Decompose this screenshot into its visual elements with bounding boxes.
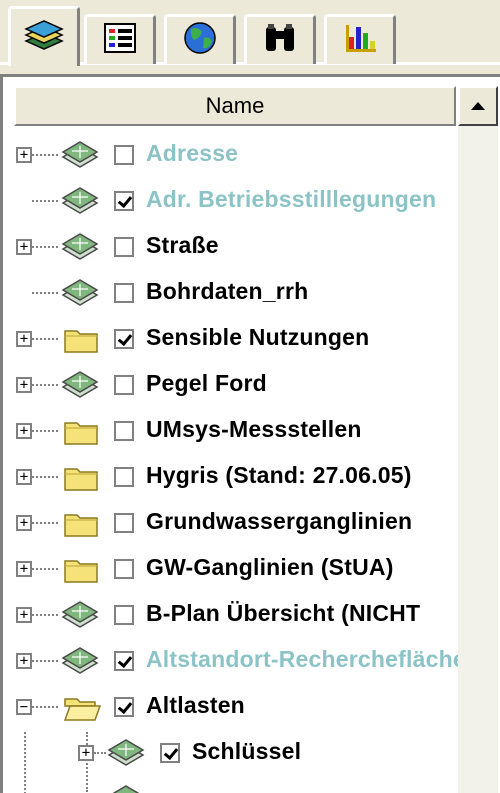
layer-label: Altstandort-Recherchefläche: [146, 646, 458, 672]
arrow-up-icon: [470, 101, 486, 111]
visibility-checkbox[interactable]: [114, 375, 134, 395]
folder-icon: [64, 422, 98, 445]
expand-button[interactable]: +: [16, 515, 32, 531]
scroll-up-button[interactable]: [458, 86, 498, 126]
layer-label: Pegel Ford: [146, 370, 267, 396]
tab-legend[interactable]: [84, 14, 156, 64]
visibility-checkbox[interactable]: [114, 651, 134, 671]
layer-icon: [61, 371, 99, 398]
layer-icon: [107, 739, 145, 766]
folder-icon: [64, 514, 98, 537]
layer-label: Adresse: [146, 140, 239, 166]
tab-bar: [0, 0, 500, 66]
tab-globe[interactable]: [164, 14, 236, 64]
vertical-scrollbar[interactable]: [458, 86, 498, 793]
layer-icon: [61, 187, 99, 214]
visibility-checkbox[interactable]: [160, 743, 180, 763]
tree-row-grundwasserganglinien[interactable]: + Grundwasserganglinien: [14, 500, 458, 546]
visibility-checkbox[interactable]: [114, 513, 134, 533]
tree-row-strasse[interactable]: + Straße: [14, 224, 458, 270]
tree-row-adr-betriebsstilllegungen[interactable]: Adr. Betriebsstilllegungen: [14, 178, 458, 224]
visibility-checkbox[interactable]: [114, 421, 134, 441]
tree-row-hygris[interactable]: + Hygris (Stand: 27.06.05): [14, 454, 458, 500]
tab-search[interactable]: [244, 14, 316, 64]
layer-label: GW-Ganglinien (StUA): [146, 554, 394, 580]
tree-row-pegel-ford[interactable]: + Pegel Ford: [14, 362, 458, 408]
layer-icon: [112, 785, 140, 793]
visibility-checkbox[interactable]: [114, 467, 134, 487]
tree-row-umsys-messstellen[interactable]: + UMsys-Messstellen: [14, 408, 458, 454]
tree-row-altlasten[interactable]: − Altlasten: [14, 684, 458, 730]
tab-layers[interactable]: [8, 6, 80, 66]
expand-button[interactable]: +: [16, 377, 32, 393]
visibility-checkbox[interactable]: [114, 191, 134, 211]
expand-button[interactable]: +: [16, 469, 32, 485]
tree-row-gw-ganglinien[interactable]: + GW-Ganglinien (StUA): [14, 546, 458, 592]
layer-icon: [61, 279, 99, 306]
visibility-checkbox[interactable]: [114, 697, 134, 717]
layers-icon: [22, 15, 66, 60]
visibility-checkbox[interactable]: [114, 145, 134, 165]
open-folder-icon: [63, 698, 102, 721]
tab-chart[interactable]: [324, 14, 396, 64]
layer-label: Grundwasserganglinien: [146, 508, 413, 534]
folder-icon: [64, 560, 98, 583]
layer-label: Sensible Nutzungen: [146, 324, 370, 350]
visibility-checkbox[interactable]: [114, 237, 134, 257]
folder-icon: [64, 468, 98, 491]
bar-chart-icon: [342, 21, 378, 60]
tree-row-sensible-nutzungen[interactable]: + Sensible Nutzungen: [14, 316, 458, 362]
layer-tree: + Adresse Adr. Betriebsstilllegungen + S…: [14, 132, 458, 793]
layer-label: Straße: [146, 232, 219, 258]
binoculars-icon: [261, 21, 299, 60]
tree-row-b-plan-uebersicht[interactable]: + B-Plan Übersicht (NICHT: [14, 592, 458, 638]
expand-button[interactable]: +: [16, 607, 32, 623]
tree-row-bohrdaten[interactable]: Bohrdaten_rrh: [14, 270, 458, 316]
column-header-name[interactable]: Name: [14, 86, 456, 126]
expand-button[interactable]: +: [16, 147, 32, 163]
layer-label: Adr. Betriebsstilllegungen: [146, 186, 437, 212]
layer-label: Hygris (Stand: 27.06.05): [146, 462, 412, 488]
layer-icon: [61, 233, 99, 260]
layer-icon: [61, 601, 99, 628]
collapse-button[interactable]: −: [16, 699, 32, 715]
tree-row-schluessel[interactable]: + Schlüssel: [14, 730, 458, 776]
column-header-label: Name: [205, 93, 265, 118]
layer-label: Bohrdaten_rrh: [146, 278, 309, 304]
expand-button[interactable]: +: [16, 561, 32, 577]
visibility-checkbox[interactable]: [114, 559, 134, 579]
layer-icon: [61, 141, 99, 168]
visibility-checkbox[interactable]: [114, 283, 134, 303]
tree-row-adresse[interactable]: + Adresse: [14, 132, 458, 178]
layer-label: Schlüssel: [192, 738, 302, 764]
folder-icon: [64, 330, 98, 353]
layer-icon: [61, 647, 99, 674]
expand-button[interactable]: +: [78, 745, 94, 761]
layer-label: B-Plan Übersicht (NICHT: [146, 600, 421, 626]
legend-list-icon: [102, 21, 138, 60]
expand-button[interactable]: +: [16, 653, 32, 669]
expand-button[interactable]: +: [16, 423, 32, 439]
tree-row-altstandort[interactable]: + Altstandort-Recherchefläche: [14, 638, 458, 684]
tree-row-partial[interactable]: [14, 776, 458, 793]
visibility-checkbox[interactable]: [114, 605, 134, 625]
expand-button[interactable]: +: [16, 331, 32, 347]
layer-label: UMsys-Messstellen: [146, 416, 362, 442]
globe-icon: [182, 20, 218, 61]
expand-button[interactable]: +: [16, 239, 32, 255]
visibility-checkbox[interactable]: [114, 329, 134, 349]
layer-label: Altlasten: [146, 692, 245, 718]
